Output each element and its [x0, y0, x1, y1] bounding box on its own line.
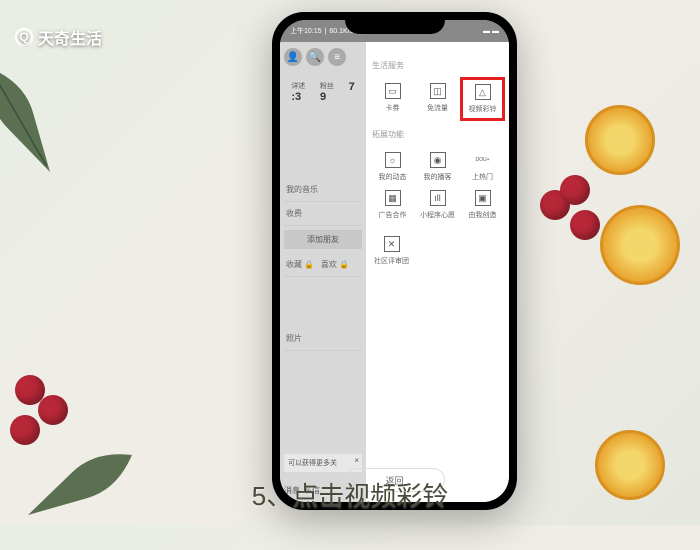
menu-item-我的播客[interactable]: ◉我的播客 [417, 150, 458, 184]
menu-item-免流量[interactable]: ◫免流量 [417, 81, 458, 117]
phone-notch [345, 12, 445, 34]
life-section-title: 生活服务 [372, 60, 503, 71]
status-icons: ▬ ▬ [483, 28, 499, 35]
search-icon[interactable]: 🔍 [306, 48, 324, 66]
avatar-icon[interactable]: 👤 [284, 48, 302, 66]
add-friend-button[interactable]: 添加朋友 [284, 230, 362, 249]
close-icon[interactable]: × [354, 456, 359, 465]
menu-item-我的动态[interactable]: ☼我的动态 [372, 150, 413, 184]
menu-item-视频彩铃[interactable]: △视频彩铃 [460, 77, 505, 121]
menu-icon[interactable]: ≡ [328, 48, 346, 66]
menu-icon: ıll [430, 190, 446, 206]
menu-icon: ☼ [385, 152, 401, 168]
menu-icon: ▣ [475, 190, 491, 206]
phone-frame: 上午10:15 | 60.1K/s 🕐 ▬ ▬ 👤 🔍 ≡ 详述:3 粉丝9 7… [272, 12, 517, 510]
menu-item-由我创造[interactable]: ▣由我创造 [462, 188, 503, 222]
photo-item[interactable]: 照片 [284, 327, 362, 351]
extend-section-title: 拓展功能 [372, 129, 503, 140]
menu-item-社区评审团[interactable]: ✕社区评审团 [372, 234, 411, 268]
menu-icon: ▦ [385, 190, 401, 206]
instruction-caption: 5、点击视频彩铃 [252, 476, 448, 513]
status-time: 上午10:15 [290, 26, 322, 36]
left-panel: 👤 🔍 ≡ 详述:3 粉丝9 7 我的音乐 收费 添加朋友 收藏 🔒 喜欢 🔒 … [280, 42, 366, 502]
menu-item-小程序心愿[interactable]: ıll小程序心愿 [417, 188, 458, 222]
my-music[interactable]: 我的音乐 [284, 178, 362, 202]
menu-item-卡券[interactable]: ▭卡券 [372, 81, 413, 117]
logo-icon: Q [15, 28, 33, 46]
watermark-text: 天奇生活 [38, 25, 102, 49]
menu-icon: ◉ [430, 152, 446, 168]
menu-icon: △ [475, 84, 491, 100]
menu-icon: ✕ [384, 236, 400, 252]
menu-icon: ▭ [385, 83, 401, 99]
watermark-logo: Q 天奇生活 [15, 25, 102, 49]
menu-item-广告合作[interactable]: ▦广告合作 [372, 188, 413, 222]
right-panel: 生活服务 ▭卡券◫免流量△视频彩铃 拓展功能 ☼我的动态◉我的播客DOU+上热门… [366, 42, 509, 502]
menu-icon: ◫ [430, 83, 446, 99]
menu-item-上热门[interactable]: DOU+上热门 [462, 150, 503, 184]
phone-screen: 上午10:15 | 60.1K/s 🕐 ▬ ▬ 👤 🔍 ≡ 详述:3 粉丝9 7… [280, 20, 509, 502]
menu-icon: DOU+ [475, 152, 491, 168]
